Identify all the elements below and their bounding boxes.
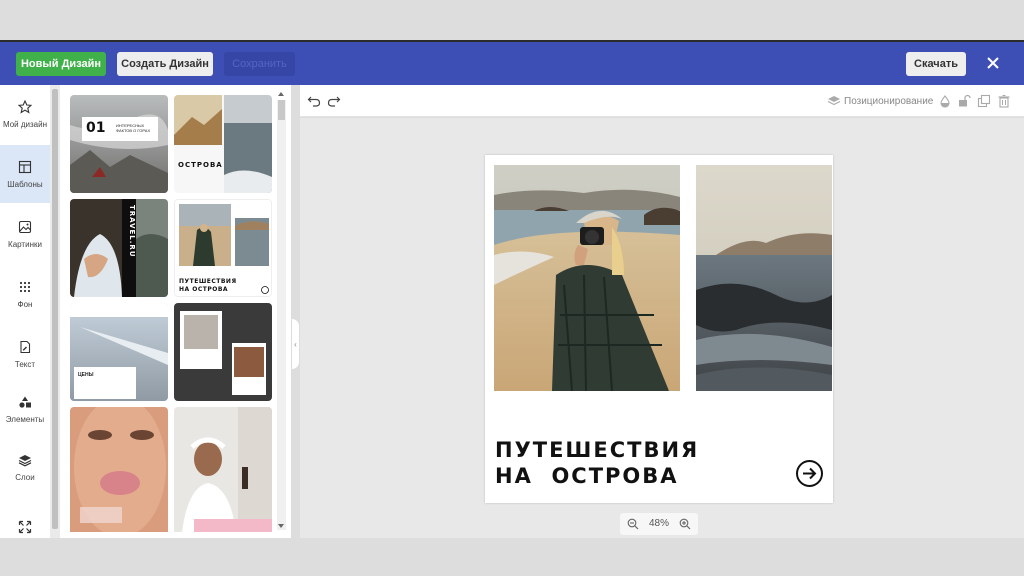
nav-label: Шаблоны bbox=[7, 179, 43, 189]
bottom-gray-strip bbox=[0, 538, 1024, 576]
star-icon bbox=[18, 99, 32, 114]
template-card-mountains[interactable]: 01 ИНТЕРЕСНЫХ ФАКТОВ О ГОРАХ bbox=[70, 95, 168, 193]
template-card-airplane[interactable]: ЦЕНЫ bbox=[70, 303, 168, 401]
nav-elements[interactable]: Элементы bbox=[0, 380, 50, 438]
nav-text[interactable]: Текст bbox=[0, 325, 50, 383]
expand-icon bbox=[18, 520, 32, 534]
top-toolbar: Новый Дизайн Создать Дизайн Сохранить Ск… bbox=[0, 40, 1024, 85]
canvas-photo-photographer[interactable] bbox=[494, 165, 680, 391]
nav-expand[interactable] bbox=[0, 498, 50, 538]
zoom-in-icon[interactable] bbox=[679, 518, 691, 530]
scroll-down-icon[interactable] bbox=[278, 524, 284, 528]
create-design-button[interactable]: Создать Дизайн bbox=[117, 52, 213, 76]
image-icon bbox=[18, 220, 32, 233]
layers-small-icon[interactable] bbox=[827, 94, 841, 108]
layers-icon bbox=[18, 454, 32, 466]
close-icon[interactable] bbox=[984, 54, 1002, 72]
canvas-photo-sea[interactable] bbox=[696, 165, 832, 391]
arrow-right-circle-icon[interactable] bbox=[795, 459, 824, 488]
template-card-islands-travel[interactable]: ПУТЕШЕСТВИЯ НА ОСТРОВА bbox=[174, 199, 272, 297]
redo-icon[interactable] bbox=[327, 94, 341, 108]
trash-icon[interactable] bbox=[997, 94, 1011, 108]
nav-label: Фон bbox=[17, 299, 33, 309]
nav-label: Картинки bbox=[8, 239, 42, 249]
template-side-text: TRAVEL.RU bbox=[128, 205, 136, 258]
canvas-headline[interactable]: ПУТЕШЕСТВИЯ НА ОСТРОВА bbox=[495, 437, 699, 489]
template-card-islands[interactable]: ОСТРОВА bbox=[174, 95, 272, 193]
zoom-value: 48% bbox=[649, 518, 670, 529]
nav-templates[interactable]: Шаблоны bbox=[0, 145, 50, 203]
nav-my-design[interactable]: Мой дизайн bbox=[0, 85, 50, 143]
collapse-panel-button[interactable]: ‹ bbox=[292, 318, 300, 370]
undo-icon[interactable] bbox=[307, 94, 321, 108]
nav-images[interactable]: Картинки bbox=[0, 205, 50, 263]
download-button[interactable]: Скачать bbox=[906, 52, 966, 76]
templates-scrollbar[interactable] bbox=[277, 100, 286, 530]
template-caption: ИНТЕРЕСНЫХ ФАКТОВ О ГОРАХ bbox=[116, 123, 151, 133]
template-number: 01 bbox=[86, 120, 106, 136]
shapes-icon bbox=[19, 396, 31, 408]
template-card-skincare[interactable] bbox=[174, 407, 272, 532]
nav-label: Мой дизайн bbox=[2, 119, 48, 129]
save-button[interactable]: Сохранить bbox=[224, 52, 295, 76]
positioning-button[interactable]: Позиционирование bbox=[844, 96, 933, 107]
top-gray-strip bbox=[0, 0, 1024, 40]
templates-icon bbox=[18, 160, 32, 173]
opacity-drop-icon[interactable] bbox=[938, 94, 952, 108]
template-caption: ПУТЕШЕСТВИЯ НА ОСТРОВА bbox=[179, 278, 237, 293]
nav-layers[interactable]: Слои bbox=[0, 438, 50, 496]
text-file-icon bbox=[20, 340, 31, 353]
headline-line-1: ПУТЕШЕСТВИЯ bbox=[495, 438, 700, 462]
dots-grid-icon bbox=[19, 281, 31, 292]
nav-background[interactable]: Фон bbox=[0, 265, 50, 323]
nav-label: Элементы bbox=[5, 414, 45, 424]
template-card-travel[interactable]: TRAVEL.RU bbox=[70, 199, 168, 297]
template-card-dark-product[interactable] bbox=[174, 303, 272, 401]
scroll-up-icon[interactable] bbox=[278, 92, 284, 96]
headline-line-2: НА ОСТРОВА bbox=[495, 464, 679, 488]
new-design-button[interactable]: Новый Дизайн bbox=[16, 52, 106, 76]
unlock-icon[interactable] bbox=[957, 94, 971, 108]
duplicate-icon[interactable] bbox=[977, 94, 991, 108]
left-sidebar: Мой дизайн Шаблоны Картинки Фон Текст Эл… bbox=[0, 85, 50, 538]
template-card-face[interactable] bbox=[70, 407, 168, 532]
template-caption: ЦЕНЫ bbox=[78, 372, 94, 378]
sidebar-scrollbar[interactable] bbox=[50, 85, 60, 538]
nav-label: Текст bbox=[14, 359, 36, 369]
zoom-out-icon[interactable] bbox=[627, 518, 639, 530]
nav-label: Слои bbox=[15, 472, 35, 482]
template-caption: ОСТРОВА bbox=[178, 161, 223, 169]
zoom-control: 48% bbox=[620, 513, 698, 535]
